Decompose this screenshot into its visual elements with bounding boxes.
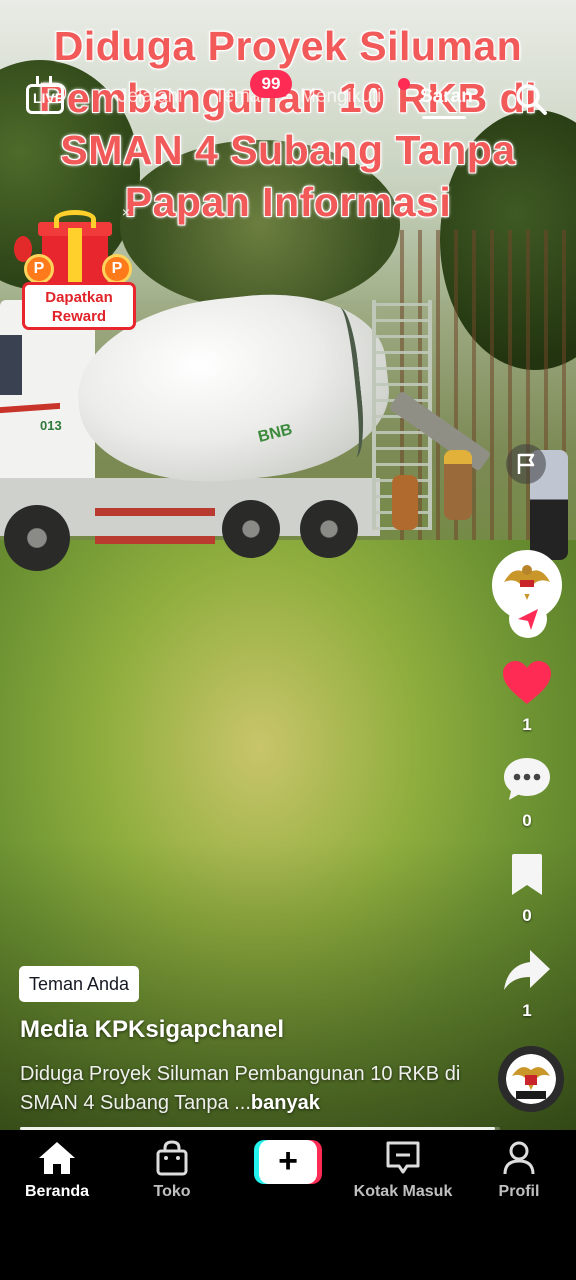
truck-number: 013: [40, 418, 62, 433]
comment-icon: [504, 758, 550, 800]
like-button[interactable]: 1: [492, 660, 562, 735]
top-navigation: LIVE Jelajahi Teman 99 Mengikuti Saran: [0, 70, 576, 120]
reward-label-line1: Dapatkan: [45, 289, 113, 306]
video-headline-overlay: Diduga Proyek Siluman Pembangunan 10 RKB…: [38, 23, 537, 225]
reward-label: Dapatkan Reward: [22, 282, 136, 330]
share-count: 1: [522, 1001, 532, 1020]
tab-following[interactable]: Mengikuti: [300, 86, 381, 108]
like-count: 1: [522, 715, 532, 734]
save-button[interactable]: 0: [492, 853, 562, 926]
friends-notification-badge: 99: [250, 70, 292, 98]
truck-wheel: [222, 500, 280, 558]
caption-text: Diduga Proyek Siluman Pembangunan 10 RKB…: [20, 1063, 461, 1114]
tab-suggested[interactable]: Saran: [420, 86, 473, 108]
save-count: 0: [522, 906, 532, 925]
tab-explore[interactable]: Jelajahi: [118, 86, 182, 108]
follow-button[interactable]: [509, 600, 547, 638]
reward-label-line2: Reward: [51, 308, 107, 325]
inbox-icon: [386, 1141, 420, 1174]
tab-home[interactable]: Beranda: [2, 1140, 112, 1201]
tab-inbox[interactable]: Kotak Masuk: [348, 1140, 458, 1201]
friend-tag: Teman Anda: [19, 966, 140, 1002]
bottom-tab-bar: Beranda Toko + Kotak Masuk Profil: [0, 1130, 576, 1280]
coin-icon: P: [102, 254, 132, 284]
live-icon-label: LIVE: [33, 90, 65, 106]
profile-icon: [503, 1141, 535, 1175]
gift-bow: [54, 210, 96, 228]
truck-window: [0, 335, 22, 395]
create-button[interactable]: +: [254, 1140, 322, 1184]
tab-home-label: Beranda: [24, 1183, 90, 1200]
sound-disc[interactable]: [498, 1046, 564, 1112]
worker-figure: [392, 475, 418, 530]
send-arrow-icon: [518, 609, 538, 630]
video-caption[interactable]: Diduga Proyek Siluman Pembangunan 10 RKB…: [20, 1060, 470, 1118]
active-tab-indicator: [422, 116, 466, 119]
reward-close-icon[interactable]: ×: [118, 204, 134, 220]
report-button[interactable]: [506, 444, 546, 484]
comment-count: 0: [522, 811, 532, 830]
video-player[interactable]: 013 BNB Diduga Proyek Siluman Pembanguna…: [0, 0, 576, 1130]
heart-icon: [503, 661, 551, 704]
worker-figure: [444, 450, 472, 520]
tab-inbox-label: Kotak Masuk: [353, 1183, 453, 1200]
truck-wheel: [300, 500, 358, 558]
comment-button[interactable]: 0: [492, 756, 562, 831]
tab-profile[interactable]: Profil: [464, 1140, 574, 1201]
share-button[interactable]: 1: [492, 948, 562, 1021]
truck-chassis-stripe: [95, 536, 215, 544]
tab-shop-label: Toko: [153, 1183, 191, 1200]
creator-username[interactable]: Media KPKsigapchanel: [20, 1016, 284, 1044]
search-icon[interactable]: [514, 82, 548, 116]
home-icon: [39, 1142, 75, 1174]
gift-ribbon: [68, 228, 82, 284]
kpk-emblem-icon: [506, 1054, 556, 1104]
shopping-bag-icon: [156, 1140, 188, 1176]
bookmark-icon: [512, 854, 542, 895]
truck-chassis-stripe: [95, 508, 215, 516]
live-icon: LIVE: [26, 84, 64, 114]
plus-icon: +: [259, 1140, 317, 1184]
share-arrow-icon: [504, 950, 550, 990]
coin-icon: P: [24, 254, 54, 284]
flag-icon: [517, 453, 535, 474]
suggest-notification-dot: [398, 78, 410, 90]
truck-wheel: [4, 505, 70, 571]
tab-shop[interactable]: Toko: [117, 1140, 227, 1201]
tab-profile-label: Profil: [498, 1183, 540, 1200]
caption-more-link[interactable]: banyak: [251, 1092, 320, 1114]
reward-widget[interactable]: P P × Dapatkan Reward: [14, 204, 140, 332]
